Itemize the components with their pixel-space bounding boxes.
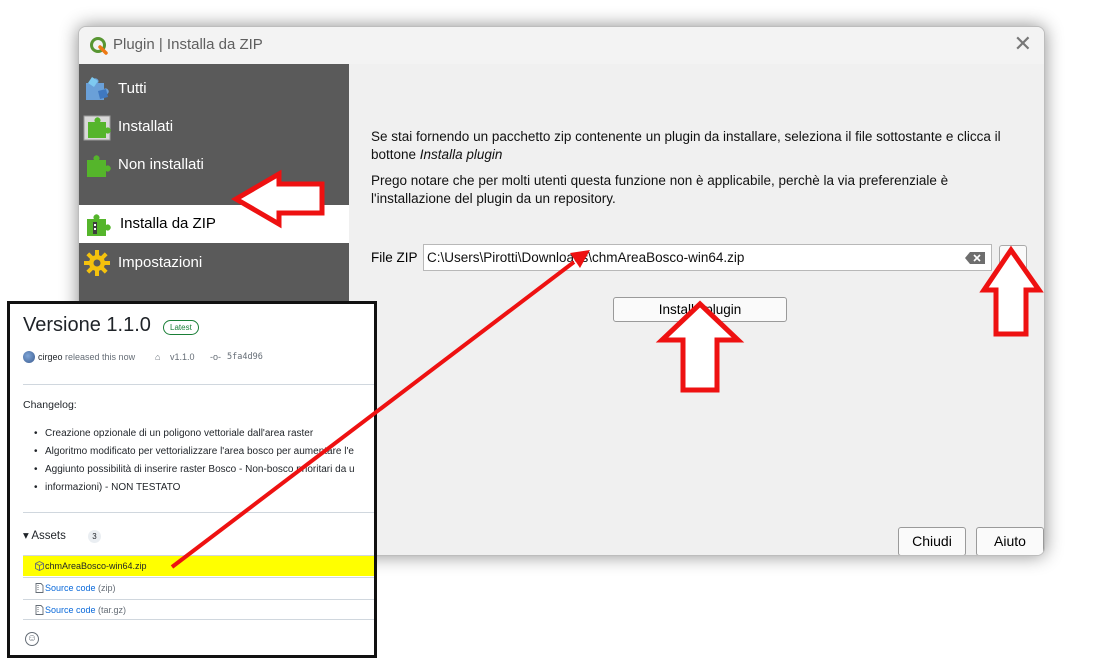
sidebar-item-tutti[interactable]: Tutti bbox=[79, 70, 349, 108]
dialog-title: Plugin | Installa da ZIP bbox=[113, 36, 263, 53]
asset-name[interactable]: chmAreaBosco-win64.zip bbox=[45, 561, 147, 571]
list-item: Creazione opzionale di un poligono vetto… bbox=[34, 425, 374, 443]
browse-button[interactable]: ... bbox=[999, 245, 1027, 270]
puzzle-icon bbox=[87, 155, 111, 177]
help-button[interactable]: Aiuto bbox=[976, 527, 1044, 555]
sidebar-item-non-installati[interactable]: Non installati bbox=[79, 146, 349, 184]
divider bbox=[23, 384, 374, 385]
changelog-list: Creazione opzionale di un poligono vetto… bbox=[34, 425, 374, 497]
list-item: informazioni) - NON TESTATO bbox=[34, 479, 374, 497]
main-panel: Se stai fornendo un pacchetto zip conten… bbox=[349, 64, 1044, 555]
release-commit[interactable]: 5fa4d96 bbox=[227, 352, 263, 362]
smiley-reaction-icon[interactable]: ☺ bbox=[25, 632, 39, 646]
puzzle-multi-icon bbox=[86, 77, 109, 100]
sidebar-item-label: Impostazioni bbox=[118, 254, 203, 271]
released-text: released this now bbox=[65, 352, 136, 362]
sidebar-item-label: Non installati bbox=[118, 156, 204, 173]
install-plugin-button[interactable]: Installa plugin bbox=[613, 297, 787, 322]
assets-toggle[interactable]: ▾ Assets bbox=[23, 528, 66, 542]
divider bbox=[23, 512, 374, 513]
sidebar-item-installa-da-zip[interactable]: Installa da ZIP bbox=[79, 205, 349, 243]
tag-icon: ⌂ bbox=[155, 352, 161, 362]
close-icon[interactable]: ✕ bbox=[1014, 32, 1032, 56]
release-author[interactable]: cirgeo bbox=[38, 352, 63, 362]
list-item: Aggiunto possibilità di inserire raster … bbox=[34, 461, 374, 479]
note-text: Prego notare che per molti utenti questa… bbox=[371, 173, 949, 206]
asset-item-source-zip[interactable]: Source code (zip) bbox=[23, 577, 374, 598]
intro-emphasis: Installa plugin bbox=[419, 147, 503, 162]
sidebar-item-label: Installa da ZIP bbox=[120, 215, 216, 232]
puzzle-zip-icon bbox=[87, 214, 111, 236]
list-item: Algoritmo modificato per vettorializzare… bbox=[34, 443, 374, 461]
avatar bbox=[23, 351, 35, 363]
release-meta: cirgeo released this now bbox=[38, 352, 135, 362]
assets-count: 3 bbox=[88, 530, 101, 543]
package-icon bbox=[35, 561, 44, 571]
puzzle-installed-icon bbox=[83, 115, 111, 141]
asset-name[interactable]: Source code (tar.gz) bbox=[45, 605, 126, 615]
github-release-panel: Versione 1.1.0 Latest cirgeo released th… bbox=[7, 301, 377, 658]
gear-icon bbox=[84, 250, 110, 276]
latest-badge: Latest bbox=[163, 320, 199, 335]
changelog-label: Changelog: bbox=[23, 399, 77, 411]
asset-item-zip[interactable]: chmAreaBosco-win64.zip bbox=[23, 555, 374, 576]
file-zip-input[interactable]: C:\Users\Pirotti\Downloads\chmAreaBosco-… bbox=[423, 244, 992, 271]
file-zip-icon bbox=[35, 605, 44, 615]
release-version: Versione 1.1.0 bbox=[23, 314, 151, 336]
sidebar-item-label: Tutti bbox=[118, 80, 147, 97]
clear-input-icon[interactable] bbox=[965, 252, 985, 264]
qgis-logo-icon bbox=[90, 37, 108, 55]
title-bar: Plugin | Installa da ZIP ✕ bbox=[79, 27, 1044, 64]
intro-text: Se stai fornendo un pacchetto zip conten… bbox=[371, 129, 1001, 162]
sidebar-item-impostazioni[interactable]: Impostazioni bbox=[79, 244, 349, 282]
close-button[interactable]: Chiudi bbox=[898, 527, 966, 555]
sidebar-item-installati[interactable]: Installati bbox=[79, 108, 349, 146]
file-zip-icon bbox=[35, 583, 44, 593]
commit-icon: -o- bbox=[210, 352, 221, 362]
file-zip-label: File ZIP bbox=[371, 250, 418, 265]
release-tag[interactable]: v1.1.0 bbox=[170, 352, 195, 362]
asset-item-source-targz[interactable]: Source code (tar.gz) bbox=[23, 599, 374, 620]
asset-name[interactable]: Source code (zip) bbox=[45, 583, 116, 593]
sidebar-item-label: Installati bbox=[118, 118, 174, 135]
